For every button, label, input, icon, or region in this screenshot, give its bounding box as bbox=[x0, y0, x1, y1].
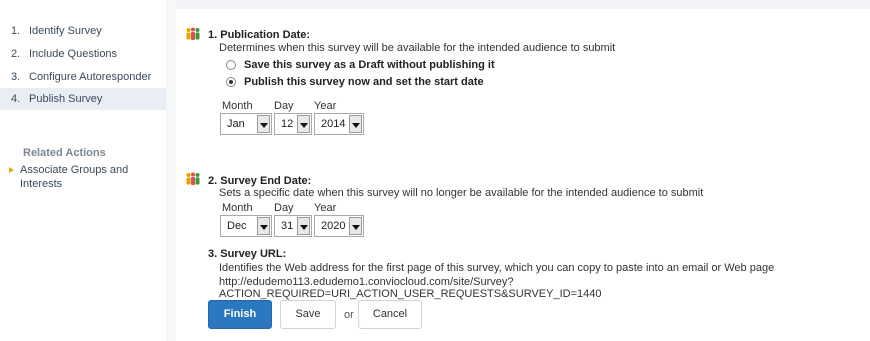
step-number: 2. bbox=[11, 48, 21, 60]
end-year-label: Year bbox=[314, 202, 337, 214]
end-year-select[interactable]: 2020 bbox=[314, 215, 364, 237]
or-separator: or bbox=[344, 309, 354, 321]
select-value: 2014 bbox=[321, 118, 346, 130]
content-top-band bbox=[176, 0, 870, 9]
sidebar-divider bbox=[166, 0, 176, 341]
sidebar-step-include-questions[interactable]: 2. Include Questions bbox=[0, 43, 166, 65]
end-day-label: Day bbox=[274, 202, 294, 214]
related-actions-title: Related Actions bbox=[23, 147, 106, 159]
survey-url-description: Identifies the Web address for the first… bbox=[219, 262, 775, 274]
chevron-down-icon[interactable] bbox=[257, 217, 270, 235]
radio-label: Save this survey as a Draft without publ… bbox=[244, 59, 495, 71]
publication-date-description: Determines when this survey will be avai… bbox=[219, 42, 616, 54]
radio-publish-now[interactable]: Publish this survey now and set the star… bbox=[226, 75, 484, 89]
related-action-label[interactable]: Associate Groups and Interests bbox=[20, 163, 159, 191]
step-number: 4. bbox=[11, 93, 21, 105]
start-month-label: Month bbox=[222, 100, 253, 112]
step-number: 1. bbox=[11, 25, 21, 37]
wizard-sidebar: 1. Identify Survey 2. Include Questions 3.… bbox=[0, 0, 166, 341]
start-day-label: Day bbox=[274, 100, 294, 112]
end-month-select[interactable]: Dec bbox=[220, 215, 272, 237]
chevron-down-icon[interactable] bbox=[349, 217, 362, 235]
people-icon bbox=[186, 27, 200, 40]
select-value: Dec bbox=[227, 220, 247, 232]
survey-url-text[interactable]: http://edudemo113.edudemo1.conviocloud.c… bbox=[219, 276, 870, 300]
start-day-select[interactable]: 12 bbox=[274, 113, 312, 135]
start-year-select[interactable]: 2014 bbox=[314, 113, 364, 135]
chevron-down-icon[interactable] bbox=[257, 115, 270, 133]
step-label: Publish Survey bbox=[29, 93, 103, 105]
select-value: 2020 bbox=[321, 220, 346, 232]
start-month-select[interactable]: Jan bbox=[220, 113, 272, 135]
chevron-down-icon[interactable] bbox=[349, 115, 362, 133]
sidebar-step-publish-survey[interactable]: 4. Publish Survey bbox=[0, 88, 166, 110]
arrow-bullet-icon bbox=[9, 167, 14, 173]
finish-button[interactable]: Finish bbox=[208, 300, 272, 329]
select-value: 31 bbox=[281, 220, 294, 232]
sidebar-step-configure-autoresponder[interactable]: 3. Configure Autoresponder bbox=[0, 66, 166, 88]
survey-end-date-description: Sets a specific date when this survey wi… bbox=[219, 187, 704, 199]
radio-button[interactable] bbox=[226, 77, 236, 87]
people-icon bbox=[186, 172, 200, 185]
end-month-label: Month bbox=[222, 202, 253, 214]
start-year-label: Year bbox=[314, 100, 337, 112]
survey-url-title: 3. Survey URL: bbox=[208, 248, 287, 260]
step-number: 3. bbox=[11, 71, 21, 83]
radio-label: Publish this survey now and set the star… bbox=[244, 76, 484, 88]
chevron-down-icon[interactable] bbox=[297, 217, 310, 235]
survey-end-date-title: 2. Survey End Date: bbox=[208, 175, 312, 187]
select-value: 12 bbox=[281, 118, 294, 130]
chevron-down-icon[interactable] bbox=[297, 115, 310, 133]
select-value: Jan bbox=[227, 118, 245, 130]
save-button[interactable]: Save bbox=[280, 300, 336, 329]
step-label: Identify Survey bbox=[29, 25, 102, 37]
related-action-associate-groups[interactable]: Associate Groups and Interests bbox=[9, 163, 159, 191]
radio-button[interactable] bbox=[226, 60, 236, 70]
end-day-select[interactable]: 31 bbox=[274, 215, 312, 237]
radio-save-draft[interactable]: Save this survey as a Draft without publ… bbox=[226, 58, 495, 72]
step-label: Include Questions bbox=[29, 48, 118, 60]
step-label: Configure Autoresponder bbox=[29, 71, 152, 83]
publication-date-title: 1. Publication Date: bbox=[208, 29, 311, 41]
cancel-button[interactable]: Cancel bbox=[358, 300, 422, 329]
sidebar-step-identify-survey[interactable]: 1. Identify Survey bbox=[0, 20, 166, 42]
